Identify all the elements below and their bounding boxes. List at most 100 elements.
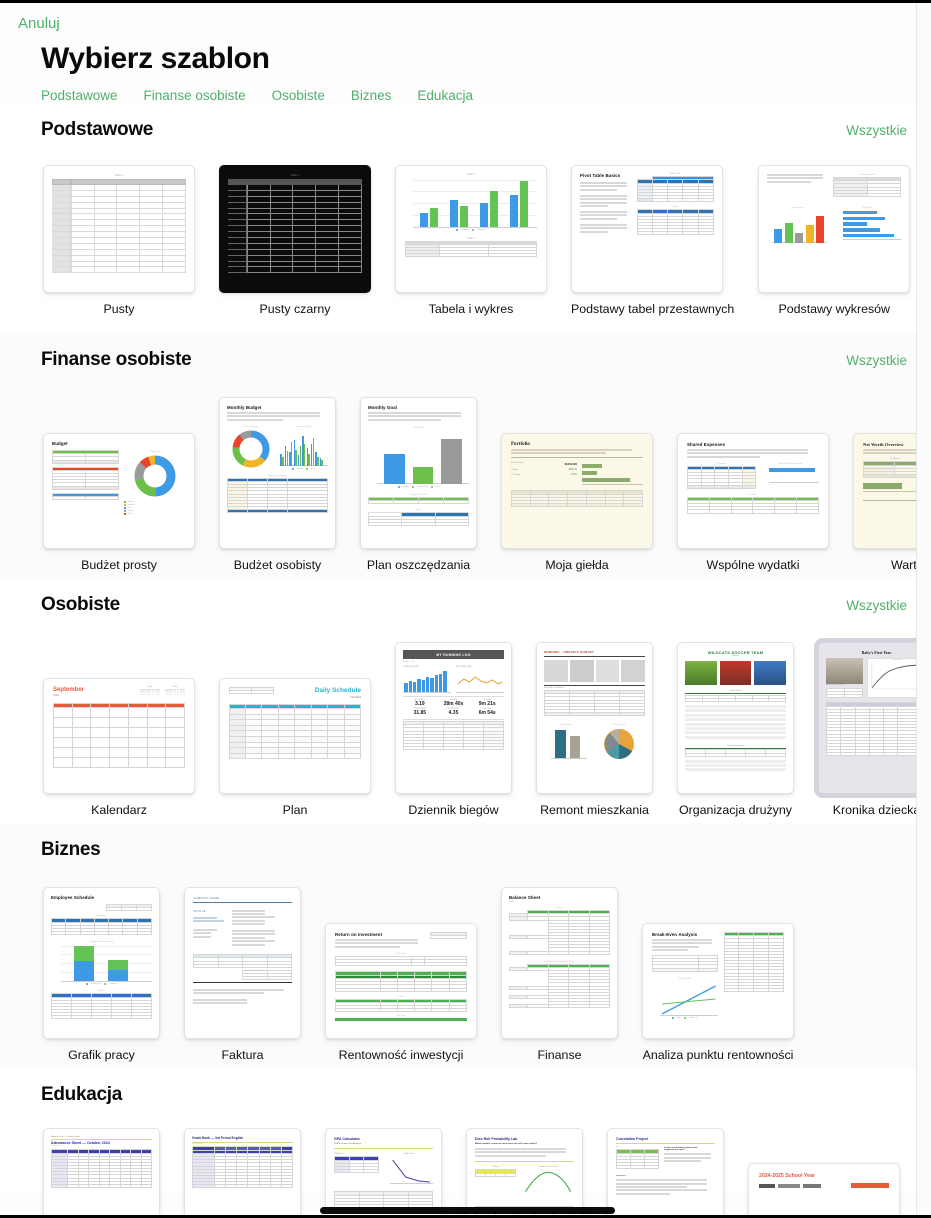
doc-title: Pivot Table Basics — [580, 173, 621, 178]
template-tile-plan[interactable]: Daily Schedule Fall 2024 Plan — [219, 678, 371, 817]
thumbnail-charts: Parameter Values Column Chart Bar Chart — [758, 165, 911, 293]
see-all-finanse[interactable]: Wszystkie — [846, 353, 907, 368]
thumbnail-kalendarz: September 2024 August October — [43, 678, 195, 794]
doc-title: Correlation Project — [616, 1137, 649, 1141]
template-label: Faktura — [221, 1048, 264, 1062]
doc-title: Daily Schedule — [314, 687, 361, 694]
template-label: Moja giełda — [545, 558, 609, 572]
doc-title: 2024-2025 School Year — [759, 1173, 815, 1179]
section-edukacja: Edukacja Name of Class — Teacher's Name … — [0, 1068, 931, 1218]
section-title-finanse: Finanse osobiste — [41, 349, 192, 370]
doc-title: Budget — [52, 441, 68, 446]
template-label: Analiza punktu rentowności — [642, 1048, 794, 1062]
template-label: Remont mieszkania — [540, 803, 649, 817]
section-podstawowe: Podstawowe Wszystkie Table 1 Pusty Table… — [0, 103, 931, 333]
template-tile-correlation-project[interactable]: Correlation Project Data Is there a corr… — [607, 1128, 724, 1218]
template-tile-remont-mieszkania[interactable]: REMODEL - PROJECT BUDGET Remodel Calcula… — [536, 642, 653, 817]
thumbnail-grade-book: Grade Book — 3rd Period English Grade Su… — [184, 1128, 301, 1218]
template-row-finanse[interactable]: Budget Money Out Housing Insurance Food … — [0, 371, 931, 572]
template-row-edukacja[interactable]: Name of Class — Teacher's Name Attendanc… — [0, 1106, 931, 1218]
line-chart-icon — [457, 676, 503, 685]
template-tile-tabela-i-wykres[interactable]: Chart 1 Category A Category B Table 1 Ta… — [395, 165, 547, 316]
template-tile-budzet-osobisty[interactable]: Monthly Budget Actual Summary Budget vs.… — [219, 397, 336, 572]
tab-finanse-osobiste[interactable]: Finanse osobiste — [144, 88, 246, 103]
template-tile-grade-book[interactable]: Grade Book — 3rd Period English Grade Su… — [184, 1128, 301, 1218]
thumbnail-wspolne-wydatki: Shared Expenses Expenses Amount Each Per… — [677, 433, 829, 549]
doc-title: GPA Calculator — [334, 1137, 360, 1141]
tab-edukacja[interactable]: Edukacja — [417, 88, 473, 103]
section-title-edukacja: Edukacja — [41, 1084, 123, 1105]
stat-value: 28m 40s — [443, 700, 464, 707]
template-label: Kronika dziecka — [832, 803, 921, 817]
template-tile-gpa-calculator[interactable]: GPA Calculator TERM Grade Point Average … — [325, 1128, 442, 1218]
see-all-osobiste[interactable]: Wszystkie — [846, 598, 907, 613]
template-row-podstawowe[interactable]: Table 1 Pusty Table 1 Pusty czarny Chart… — [0, 141, 931, 316]
template-tile-break-even[interactable]: Break-Even Analysis Cost vs. Sales Sales… — [642, 923, 794, 1062]
template-label: Pusty czarny — [259, 302, 331, 316]
doc-title: Baby's First Year — [861, 650, 892, 655]
template-label: Dziennik biegów — [408, 803, 499, 817]
see-all-podstawowe[interactable]: Wszystkie — [846, 123, 907, 138]
section-title-biznes: Biznes — [41, 839, 101, 860]
template-label: Plan — [282, 803, 308, 817]
thumbnail-correlation-project: Correlation Project Data Is there a corr… — [607, 1128, 724, 1218]
bar-chart — [413, 179, 537, 227]
template-tile-organizacja-druzyny[interactable]: WILDCATS SOCCER TEAM Roster Team Roster — [677, 642, 794, 817]
thumbnail-plan: Daily Schedule Fall 2024 — [219, 678, 371, 794]
doc-subtitle: Roster — [732, 655, 739, 657]
template-tile-finanse[interactable]: Balance Sheet (2024) Assets Liabilities … — [501, 887, 618, 1062]
stat-value: 3.19 — [414, 700, 425, 707]
cancel-button[interactable]: Anuluj — [0, 3, 60, 32]
section-biznes: Biznes Employee Schedule Summary Regular… — [0, 823, 931, 1068]
template-tile-pusty-czarny[interactable]: Table 1 Pusty czarny — [219, 165, 371, 316]
doc-title: September — [53, 687, 85, 693]
tab-osobiste[interactable]: Osobiste — [272, 88, 325, 103]
template-tile-kronika-dziecka[interactable]: Baby's First Year Name & DOB will go her… — [818, 642, 931, 817]
template-tile-budzet-prosty[interactable]: Budget Money Out Housing Insurance Food … — [43, 433, 195, 572]
stat-value: 4.35 — [448, 709, 459, 716]
template-tile-pusty[interactable]: Table 1 Pusty — [43, 165, 195, 316]
tab-podstawowe[interactable]: Podstawowe — [41, 88, 118, 103]
doc-title: COMPANY NAME — [193, 896, 220, 900]
template-tile-school-year[interactable]: 2024-2025 School Year — [748, 1128, 900, 1218]
template-tile-attendance[interactable]: Name of Class — Teacher's Name Attendanc… — [43, 1128, 160, 1218]
template-tile-roi[interactable]: Return on Investment Summary Costs ROI V… — [325, 923, 477, 1062]
template-tile-faktura[interactable]: COMPANY NAME INVOICE Faktura — [184, 887, 301, 1062]
template-tile-plan-oszczedzania[interactable]: Monthly Goal Total Saved Savings Contribu… — [360, 397, 477, 572]
template-tile-dziennik-biegow[interactable]: MY RUNNING LOG April 11 — 20 DISTANCE (M… — [395, 642, 512, 817]
horizontal-scrollbar[interactable] — [320, 1207, 615, 1214]
template-tile-kalendarz[interactable]: September 2024 August October Kalendarz — [43, 678, 195, 817]
template-label: Budżet osobisty — [233, 558, 322, 572]
template-row-osobiste[interactable]: September 2024 August October Kalendarz … — [0, 616, 931, 817]
template-label: Tabela i wykres — [428, 302, 514, 316]
header: Anuluj Wybierz szablon Podstawowe Finans… — [0, 3, 931, 103]
thumbnail-remont-mieszkania: REMODEL - PROJECT BUDGET Remodel Calcula… — [536, 642, 653, 794]
thumbnail-budzet-prosty: Budget Money Out Housing Insurance Food … — [43, 433, 195, 549]
template-tile-dice-roll[interactable]: Dice Roll Probability Lab Which numbers … — [466, 1128, 583, 1218]
doc-title: Shared Expenses — [687, 442, 726, 447]
tab-biznes[interactable]: Biznes — [351, 88, 392, 103]
doc-title: Balance Sheet — [509, 895, 541, 900]
template-row-biznes[interactable]: Employee Schedule Summary Regular and Ov… — [0, 861, 931, 1062]
template-tile-moja-gielda[interactable]: Portfolio Portfolio Value $1154130 Change… — [501, 433, 653, 572]
vertical-scrollbar[interactable] — [916, 3, 931, 1218]
pie-chart-icon — [603, 729, 634, 760]
section-osobiste: Osobiste Wszystkie September 2024 August — [0, 578, 931, 823]
thumbnail-break-even: Break-Even Analysis Cost vs. Sales Sales… — [642, 923, 794, 1039]
template-label: Grafik pracy — [68, 1048, 135, 1062]
section-title-podstawowe: Podstawowe — [41, 119, 154, 140]
stat-value: 6m 54s — [478, 709, 496, 716]
template-tile-wspolne-wydatki[interactable]: Shared Expenses Expenses Amount Each Per… — [677, 433, 829, 572]
doc-title: Monthly Budget — [227, 405, 262, 410]
thumbnail-kronika-dziecka: Baby's First Year Name & DOB will go her… — [818, 642, 931, 794]
thumbnail-budzet-osobisty: Monthly Budget Actual Summary Budget vs.… — [219, 397, 336, 549]
template-label: Kalendarz — [91, 803, 147, 817]
template-tile-pivot[interactable]: Pivot Table Basics Table Chart Data Pods… — [571, 165, 734, 316]
thumbnail-finanse: Balance Sheet (2024) Assets Liabilities … — [501, 887, 618, 1039]
thumbnail-roi: Return on Investment Summary Costs ROI V… — [325, 923, 477, 1039]
doc-title: Return on Investment — [335, 932, 383, 937]
template-tile-charts[interactable]: Parameter Values Column Chart Bar Chart … — [758, 165, 911, 316]
area-chart-icon — [524, 1172, 572, 1193]
template-label: Plan oszczędzania — [366, 558, 471, 572]
template-tile-grafik-pracy[interactable]: Employee Schedule Summary Regular and Ov… — [43, 887, 160, 1062]
